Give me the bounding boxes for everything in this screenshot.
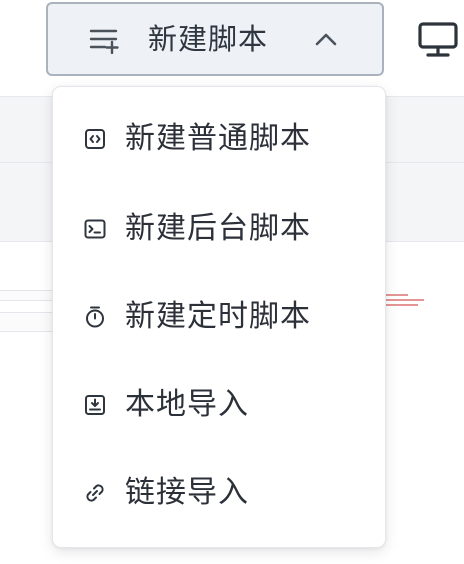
import-box-icon [85,395,105,415]
background-field [0,290,54,301]
menu-item-label: 新建定时脚本 [125,299,311,334]
menu-item-label: 新建后台脚本 [125,211,311,246]
background-error-text [384,294,424,309]
menu-item-label: 链接导入 [125,475,249,510]
menu-item-label: 新建普通脚本 [125,121,311,156]
monitor-icon[interactable] [412,20,460,58]
menu-item-new-scheduled-script[interactable]: 新建定时脚本 [53,277,387,365]
screen: 新建脚本 新建普通脚本 新建后台脚本 新建定时脚本 本地导入 链接导入 [0,0,464,564]
menu-item-local-import[interactable]: 本地导入 [53,365,387,453]
link-icon [86,484,104,502]
background-field [0,312,54,332]
new-script-dropdown: 新建普通脚本 新建后台脚本 新建定时脚本 本地导入 链接导入 [52,86,386,548]
new-script-label: 新建脚本 [148,22,269,56]
menu-item-label: 本地导入 [125,387,249,422]
list-add-icon [89,29,119,54]
code-file-icon [85,129,105,149]
terminal-icon [84,219,106,239]
chevron-up-icon [315,33,337,46]
stopwatch-icon [86,306,104,328]
new-script-button[interactable]: 新建脚本 [46,2,384,76]
menu-item-link-import[interactable]: 链接导入 [53,453,387,541]
menu-item-new-normal-script[interactable]: 新建普通脚本 [53,99,387,187]
menu-item-new-background-script[interactable]: 新建后台脚本 [53,189,387,277]
